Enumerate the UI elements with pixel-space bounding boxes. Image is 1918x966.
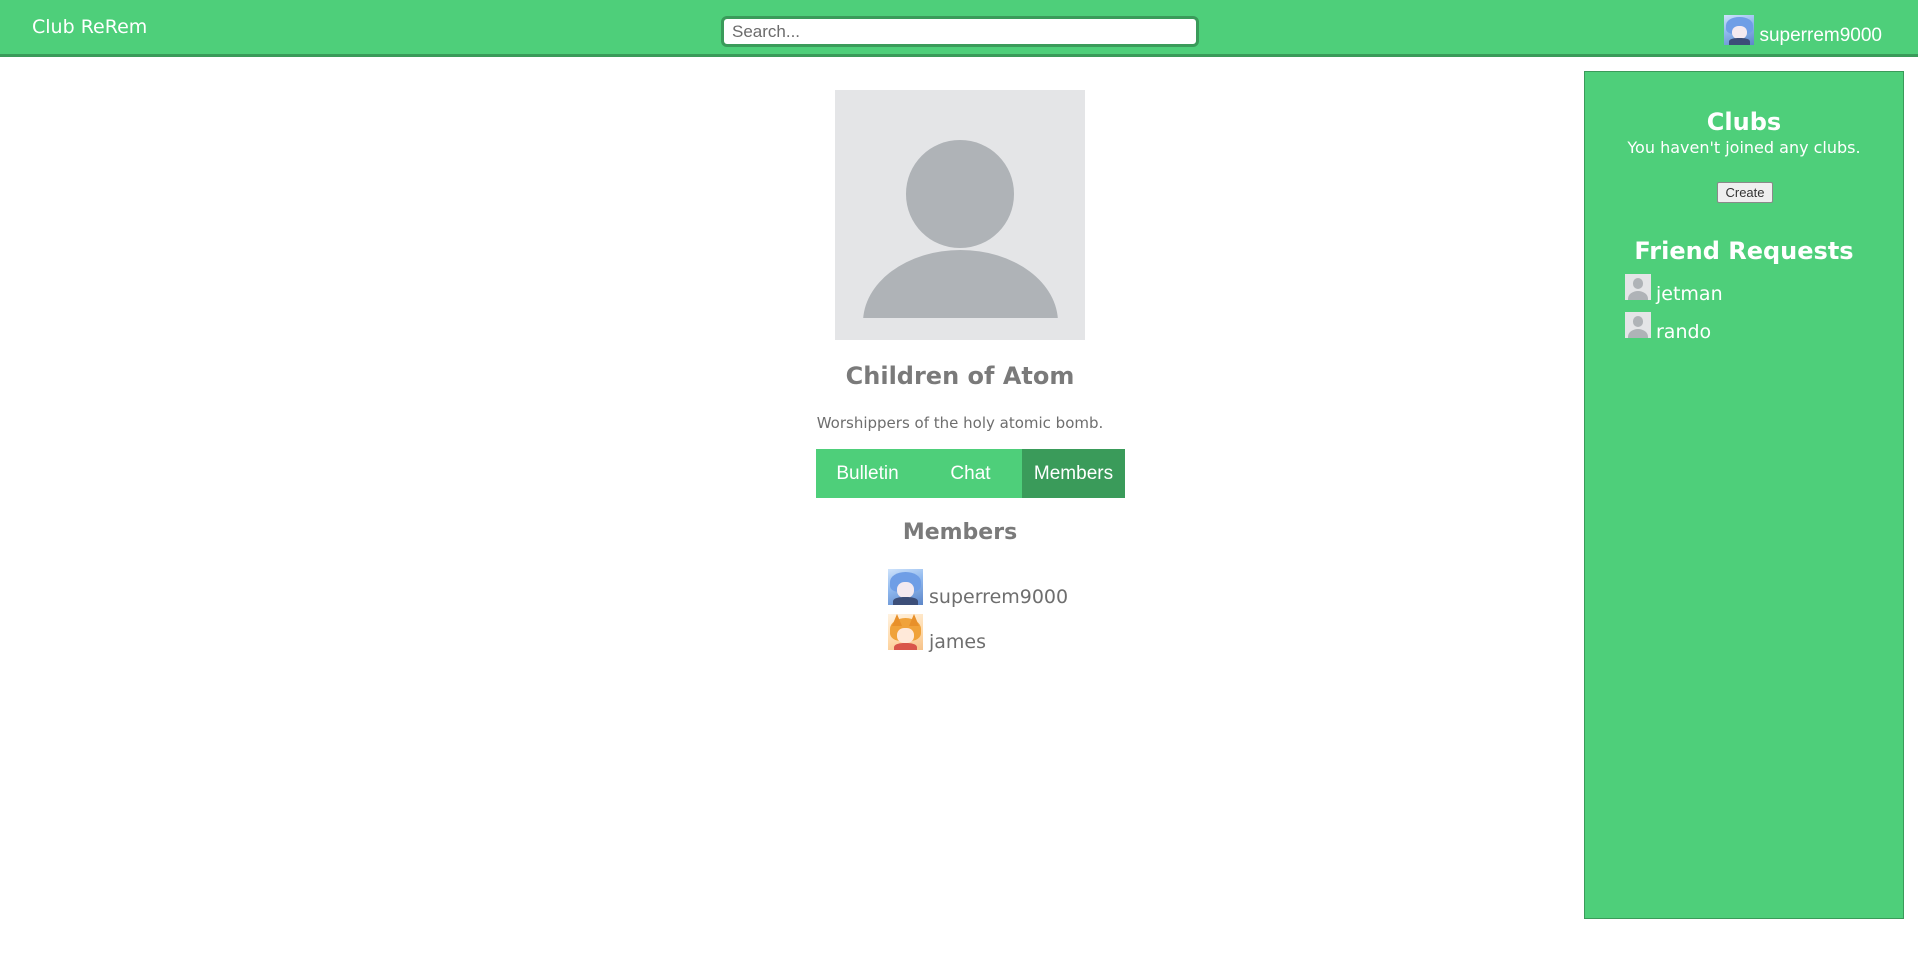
member-list: superrem9000 james (888, 569, 1068, 659)
create-club-button[interactable]: Create (1717, 182, 1773, 203)
club-name: Children of Atom (845, 362, 1075, 390)
friend-requests-title: Friend Requests (1634, 237, 1854, 265)
member-name[interactable]: superrem9000 (929, 588, 1068, 607)
club-picture-placeholder-icon (835, 90, 1085, 340)
brand-link[interactable]: Club ReRem (32, 16, 147, 38)
clubs-title: Clubs (1706, 108, 1782, 136)
default-user-icon (1625, 274, 1651, 300)
avatar (888, 569, 923, 605)
friend-request-name[interactable]: rando (1656, 323, 1711, 342)
default-user-icon (1625, 312, 1651, 338)
friend-request-list: jetman rando (1625, 274, 1723, 350)
list-item[interactable]: rando (1625, 312, 1723, 342)
list-item[interactable]: superrem9000 (888, 569, 1068, 607)
club-description: Worshippers of the holy atomic bomb. (816, 414, 1104, 432)
list-item[interactable]: jetman (1625, 274, 1723, 304)
username-label: superrem9000 (1759, 25, 1882, 46)
user-avatar (1724, 15, 1755, 45)
tab-chat[interactable]: Chat (919, 449, 1022, 498)
friend-request-name[interactable]: jetman (1656, 285, 1723, 304)
top-nav-bar: Club ReRem superrem9000 (0, 0, 1918, 57)
tab-members[interactable]: Members (1022, 449, 1125, 498)
user-menu[interactable]: superrem9000 (1724, 15, 1882, 45)
right-sidebar: Clubs You haven't joined any clubs. Crea… (1584, 71, 1904, 919)
tab-bulletin[interactable]: Bulletin (816, 449, 919, 498)
search-input[interactable] (721, 16, 1199, 47)
member-name[interactable]: james (929, 633, 986, 652)
list-item[interactable]: james (888, 614, 1068, 652)
members-heading: Members (902, 520, 1018, 545)
clubs-empty-message: You haven't joined any clubs. (1627, 138, 1861, 157)
avatar (888, 614, 923, 650)
club-tabs: Bulletin Chat Members (816, 449, 1126, 498)
